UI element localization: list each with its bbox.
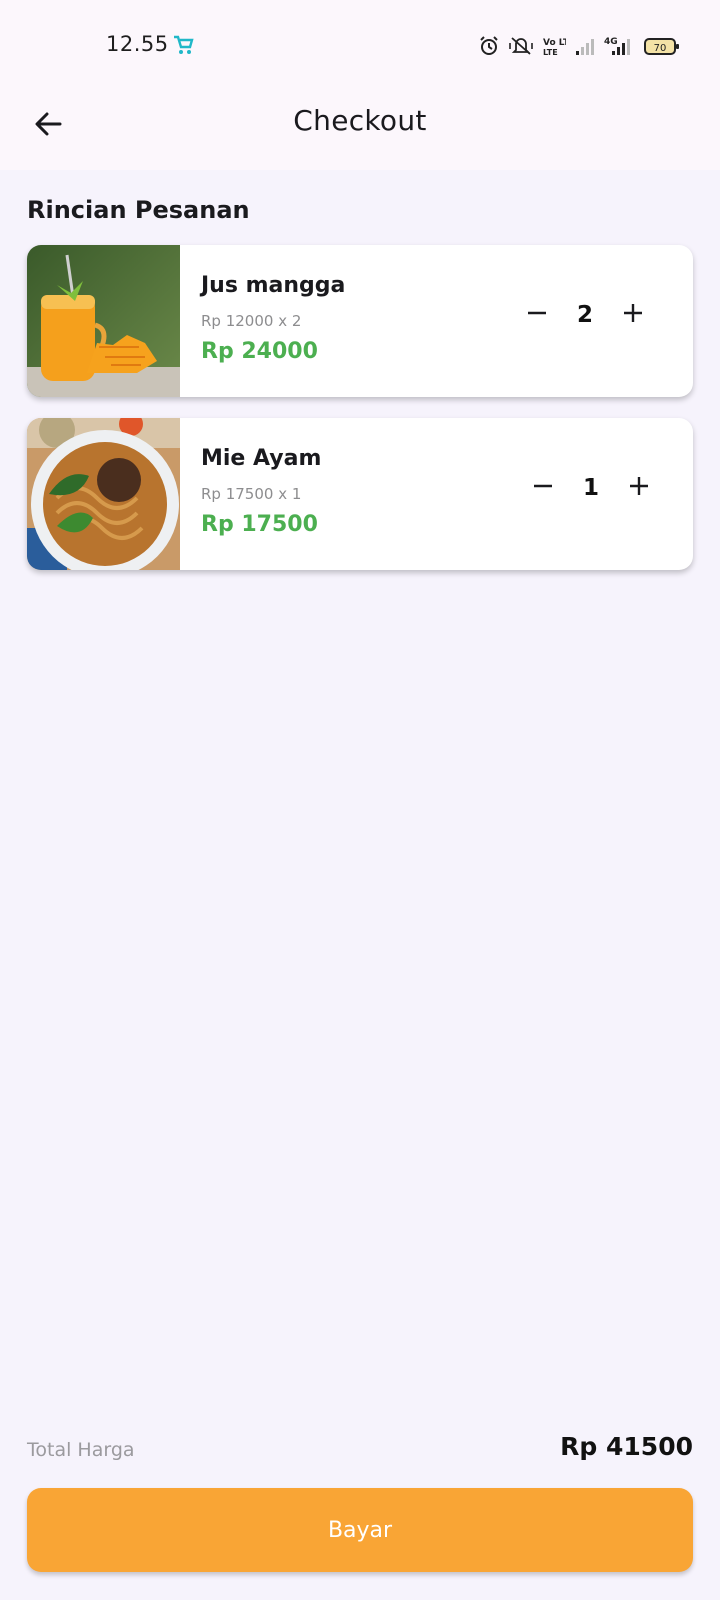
item-name: Jus mangga xyxy=(201,273,346,298)
item-name: Mie Ayam xyxy=(201,446,322,471)
quantity-value: 2 xyxy=(576,302,593,328)
minus-icon xyxy=(526,302,548,328)
pay-button-label: Bayar xyxy=(327,1517,393,1543)
item-subtotal: Rp 17500 xyxy=(201,512,318,537)
page-title: Checkout xyxy=(293,104,427,137)
status-bar: 12.55 Vo LTELTE 4G 70 xyxy=(0,0,720,90)
increase-quantity-button[interactable] xyxy=(613,295,653,335)
plus-icon xyxy=(622,302,644,328)
quantity-stepper: 2 xyxy=(517,295,653,335)
svg-text:4G: 4G xyxy=(604,37,618,47)
status-time: 12.55 xyxy=(106,32,169,56)
minus-icon xyxy=(532,475,554,501)
mango-juice-image xyxy=(27,245,180,397)
quantity-value: 1 xyxy=(582,475,599,501)
plus-icon xyxy=(628,475,650,501)
signal-icon xyxy=(574,35,596,57)
item-price-detail: Rp 12000 x 2 xyxy=(201,312,302,330)
signal-4g-icon: 4G xyxy=(604,35,636,57)
total-label: Total Harga xyxy=(27,1439,135,1461)
svg-text:70: 70 xyxy=(654,43,667,54)
svg-text:LTE: LTE xyxy=(543,48,558,57)
item-subtotal: Rp 24000 xyxy=(201,339,318,364)
item-price-detail: Rp 17500 x 1 xyxy=(201,485,302,503)
battery-icon: 70 xyxy=(644,35,680,57)
pay-button[interactable]: Bayar xyxy=(27,1488,693,1572)
decrease-quantity-button[interactable] xyxy=(517,295,557,335)
quantity-stepper: 1 xyxy=(523,468,659,508)
volte-icon: Vo LTELTE xyxy=(542,35,566,57)
alarm-icon xyxy=(478,35,500,57)
shopping-cart-icon xyxy=(172,34,194,56)
vibrate-off-icon xyxy=(508,35,534,57)
increase-quantity-button[interactable] xyxy=(619,468,659,508)
decrease-quantity-button[interactable] xyxy=(523,468,563,508)
mie-ayam-image xyxy=(27,418,180,570)
app-bar: Checkout xyxy=(0,90,720,170)
order-item-card: Mie Ayam Rp 17500 x 1 Rp 17500 1 xyxy=(27,418,693,570)
order-item-card: Jus mangga Rp 12000 x 2 Rp 24000 2 xyxy=(27,245,693,397)
total-value: Rp 41500 xyxy=(560,1432,693,1461)
svg-text:Vo LTE: Vo LTE xyxy=(543,38,566,48)
section-title: Rincian Pesanan xyxy=(27,196,250,224)
